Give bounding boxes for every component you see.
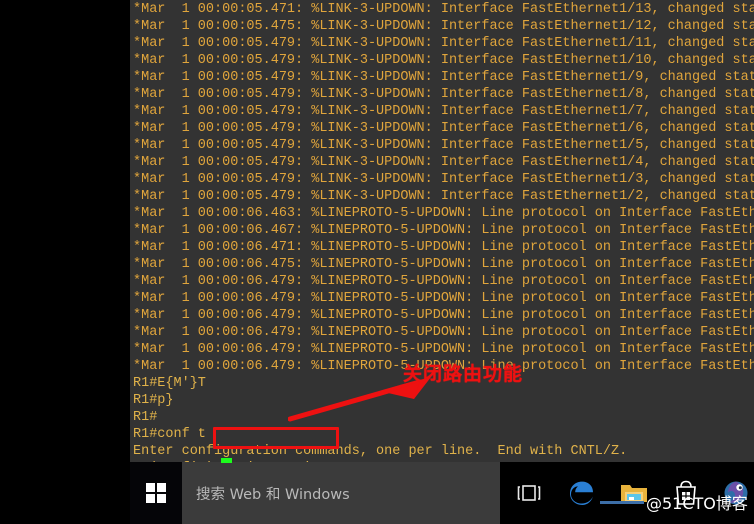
taskbar: 搜索 Web 和 Windows (0, 462, 754, 524)
terminal-log-line: *Mar 1 00:00:06.467: %LINEPROTO-5-UPDOWN… (133, 223, 754, 238)
cursor-marker (221, 458, 232, 463)
start-button[interactable] (130, 462, 182, 524)
taskbar-item-browser[interactable] (712, 462, 754, 524)
terminal-log-line: *Mar 1 00:00:05.479: %LINK-3-UPDOWN: Int… (133, 172, 754, 187)
terminal-log-line: *Mar 1 00:00:06.471: %LINEPROTO-5-UPDOWN… (133, 240, 754, 255)
folder-icon (621, 485, 647, 502)
terminal-log-line: *Mar 1 00:00:06.463: %LINEPROTO-5-UPDOWN… (133, 206, 754, 221)
terminal-log-line: *Mar 1 00:00:05.471: %LINK-3-UPDOWN: Int… (133, 2, 754, 17)
terminal-log-line: *Mar 1 00:00:05.479: %LINK-3-UPDOWN: Int… (133, 36, 754, 51)
search-input[interactable]: 搜索 Web 和 Windows (182, 462, 500, 524)
terminal-log-line: *Mar 1 00:00:05.479: %LINK-3-UPDOWN: Int… (133, 70, 754, 85)
annotation-highlight-box (213, 427, 339, 449)
terminal-log-line: *Mar 1 00:00:05.479: %LINK-3-UPDOWN: Int… (133, 155, 754, 170)
terminal-log-line: *Mar 1 00:00:06.479: %LINEPROTO-5-UPDOWN… (133, 274, 754, 289)
terminal-log-line: *Mar 1 00:00:05.479: %LINK-3-UPDOWN: Int… (133, 53, 754, 68)
terminal-log-line: *Mar 1 00:00:06.479: %LINEPROTO-5-UPDOWN… (133, 308, 754, 323)
terminal-log-line: *Mar 1 00:00:05.475: %LINK-3-UPDOWN: Int… (133, 19, 754, 34)
terminal-output: *Mar 1 00:00:05.471: %LINK-3-UPDOWN: Int… (133, 1, 754, 462)
terminal-log-line: *Mar 1 00:00:05.479: %LINK-3-UPDOWN: Int… (133, 189, 754, 204)
screen-root: *Mar 1 00:00:05.471: %LINK-3-UPDOWN: Int… (0, 0, 754, 524)
terminal-log-line: *Mar 1 00:00:06.479: %LINEPROTO-5-UPDOWN… (133, 342, 754, 357)
terminal-command-line: R1# (133, 410, 158, 425)
taskbar-item-task-view[interactable] (505, 462, 553, 524)
globe-browser-icon (724, 481, 748, 505)
windows-logo-icon (146, 483, 166, 503)
terminal-command-line: R1#p} (133, 393, 174, 408)
terminal-log-line: *Mar 1 00:00:05.479: %LINK-3-UPDOWN: Int… (133, 104, 754, 119)
terminal-log-line: *Mar 1 00:00:06.475: %LINEPROTO-5-UPDOWN… (133, 257, 754, 272)
shopping-bag-icon (676, 480, 696, 505)
taskbar-item-edge[interactable] (558, 462, 606, 524)
terminal-log-line: *Mar 1 00:00:05.479: %LINK-3-UPDOWN: Int… (133, 121, 754, 136)
search-placeholder-label: 搜索 Web 和 Windows (196, 486, 350, 503)
taskbar-item-file-explorer[interactable] (610, 462, 658, 524)
terminal-log-line: *Mar 1 00:00:05.479: %LINK-3-UPDOWN: Int… (133, 138, 754, 153)
terminal-log-line: *Mar 1 00:00:06.479: %LINEPROTO-5-UPDOWN… (133, 291, 754, 306)
annotation-note-text: 关闭路由功能 (403, 363, 524, 385)
edge-browser-icon (570, 481, 593, 505)
task-view-icon (517, 485, 541, 501)
taskbar-item-store[interactable] (662, 462, 710, 524)
terminal-log-line: *Mar 1 00:00:05.479: %LINK-3-UPDOWN: Int… (133, 87, 754, 102)
terminal-window[interactable]: *Mar 1 00:00:05.471: %LINK-3-UPDOWN: Int… (130, 0, 754, 462)
terminal-log-line: *Mar 1 00:00:06.479: %LINEPROTO-5-UPDOWN… (133, 325, 754, 340)
